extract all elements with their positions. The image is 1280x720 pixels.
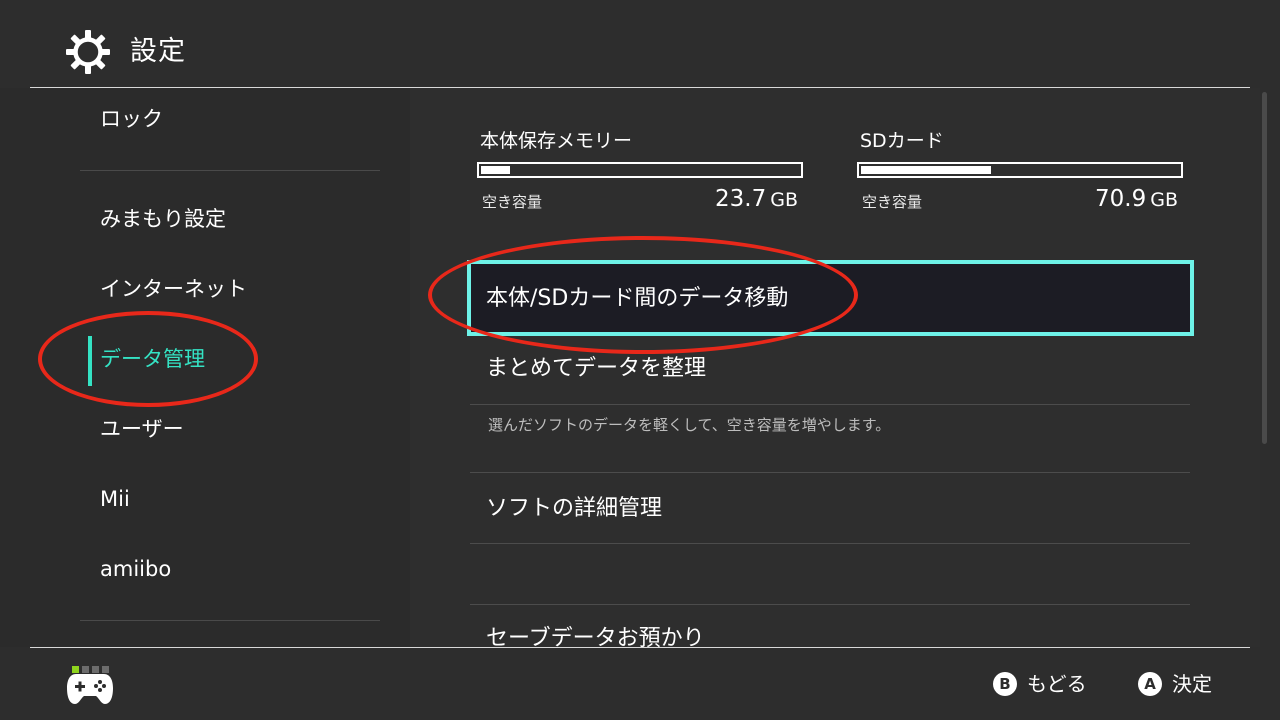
gear-icon bbox=[66, 30, 110, 74]
footer: B もどる A 決定 bbox=[0, 648, 1280, 720]
menu-divider bbox=[470, 604, 1190, 605]
sd-card-bar-fill bbox=[861, 166, 991, 174]
system-memory-bar bbox=[477, 162, 803, 178]
sd-card-bar bbox=[857, 162, 1183, 178]
back-label: もどる bbox=[1027, 672, 1087, 696]
controller-icon[interactable] bbox=[66, 670, 114, 706]
scrollbar[interactable] bbox=[1262, 92, 1267, 444]
sd-free-label: 空き容量 bbox=[862, 193, 923, 211]
menu-item-save-data-cloud[interactable]: セーブデータお預かり bbox=[486, 624, 705, 647]
system-free-value: 23.7 GB bbox=[715, 186, 798, 212]
sidebar-divider bbox=[80, 620, 380, 621]
page-title: 設定 bbox=[130, 36, 186, 67]
sidebar-item-internet[interactable]: インターネット bbox=[100, 274, 247, 304]
sidebar-item-mii[interactable]: Mii bbox=[100, 484, 130, 514]
menu-item-software-management[interactable]: ソフトの詳細管理 bbox=[486, 494, 662, 524]
sidebar-item-parental-controls[interactable]: みまもり設定 bbox=[100, 204, 226, 234]
sidebar-item-users[interactable]: ユーザー bbox=[100, 414, 184, 444]
menu-divider bbox=[470, 404, 1190, 405]
main-panel: 本体保存メモリー 空き容量 23.7 GB SDカード 空き容量 70.9 GB 本… bbox=[410, 88, 1260, 647]
system-memory-label: 本体保存メモリー bbox=[480, 130, 633, 152]
annotation-circle bbox=[38, 311, 258, 407]
menu-divider bbox=[470, 543, 1190, 544]
menu-divider bbox=[470, 472, 1190, 473]
sidebar-item-amiibo[interactable]: amiibo bbox=[100, 554, 171, 584]
a-button-icon: A bbox=[1138, 672, 1162, 696]
b-button-icon: B bbox=[993, 672, 1017, 696]
confirm-label: 決定 bbox=[1172, 672, 1212, 696]
confirm-hint[interactable]: A 決定 bbox=[1138, 670, 1212, 698]
menu-item-description: 選んだソフトのデータを軽くして、空き容量を増やします。 bbox=[488, 416, 891, 434]
back-hint[interactable]: B もどる bbox=[993, 670, 1087, 698]
sd-free-value: 70.9 GB bbox=[1095, 186, 1178, 212]
system-free-label: 空き容量 bbox=[482, 193, 543, 211]
system-memory-bar-fill bbox=[481, 166, 510, 174]
settings-screen: 設定 ロック みまもり設定 インターネット データ管理 ユーザー Mii ami… bbox=[0, 0, 1280, 720]
annotation-circle bbox=[428, 236, 858, 354]
sidebar-divider bbox=[80, 170, 380, 171]
sidebar-item-lock[interactable]: ロック bbox=[100, 104, 163, 134]
menu-item-organize-data[interactable]: まとめてデータを整理 bbox=[486, 354, 706, 384]
header: 設定 bbox=[0, 0, 1280, 88]
sd-card-label: SDカード bbox=[860, 130, 944, 152]
